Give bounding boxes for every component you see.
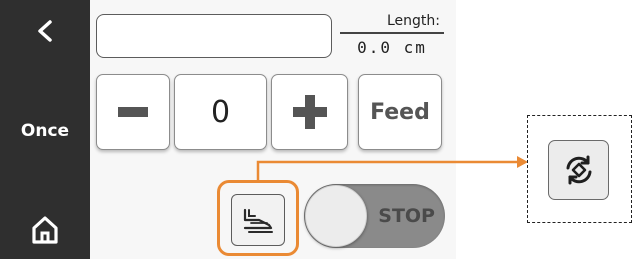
length-divider	[340, 32, 444, 34]
length-value: 0.0	[357, 38, 392, 57]
toggle-label: STOP	[378, 205, 435, 227]
increment-button[interactable]	[271, 74, 348, 150]
feed-button[interactable]: Feed	[358, 74, 442, 150]
toggle-knob[interactable]	[305, 185, 367, 247]
length-readout: 0.0 cm	[340, 38, 444, 57]
stop-toggle[interactable]: STOP	[304, 184, 445, 248]
decrement-button[interactable]	[96, 74, 170, 150]
quantity-field[interactable]: 0	[174, 74, 267, 150]
mode-once-button[interactable]: Once	[0, 100, 90, 162]
length-unit: cm	[403, 38, 427, 57]
chevron-left-icon	[38, 20, 52, 42]
rotate-icon	[566, 155, 591, 185]
minus-icon	[118, 107, 148, 117]
plus-icon	[292, 95, 327, 129]
presser-foot-button[interactable]	[231, 194, 285, 246]
sidebar: Once	[0, 0, 90, 259]
back-button[interactable]	[0, 0, 90, 62]
home-button[interactable]	[0, 200, 90, 259]
home-icon	[32, 215, 58, 244]
text-input-field[interactable]	[96, 14, 332, 58]
rotate-button[interactable]	[548, 140, 609, 200]
length-label: Length:	[386, 13, 440, 29]
feed-label: Feed	[370, 99, 430, 125]
shoe-icon	[243, 208, 273, 233]
quantity-value: 0	[210, 94, 231, 130]
